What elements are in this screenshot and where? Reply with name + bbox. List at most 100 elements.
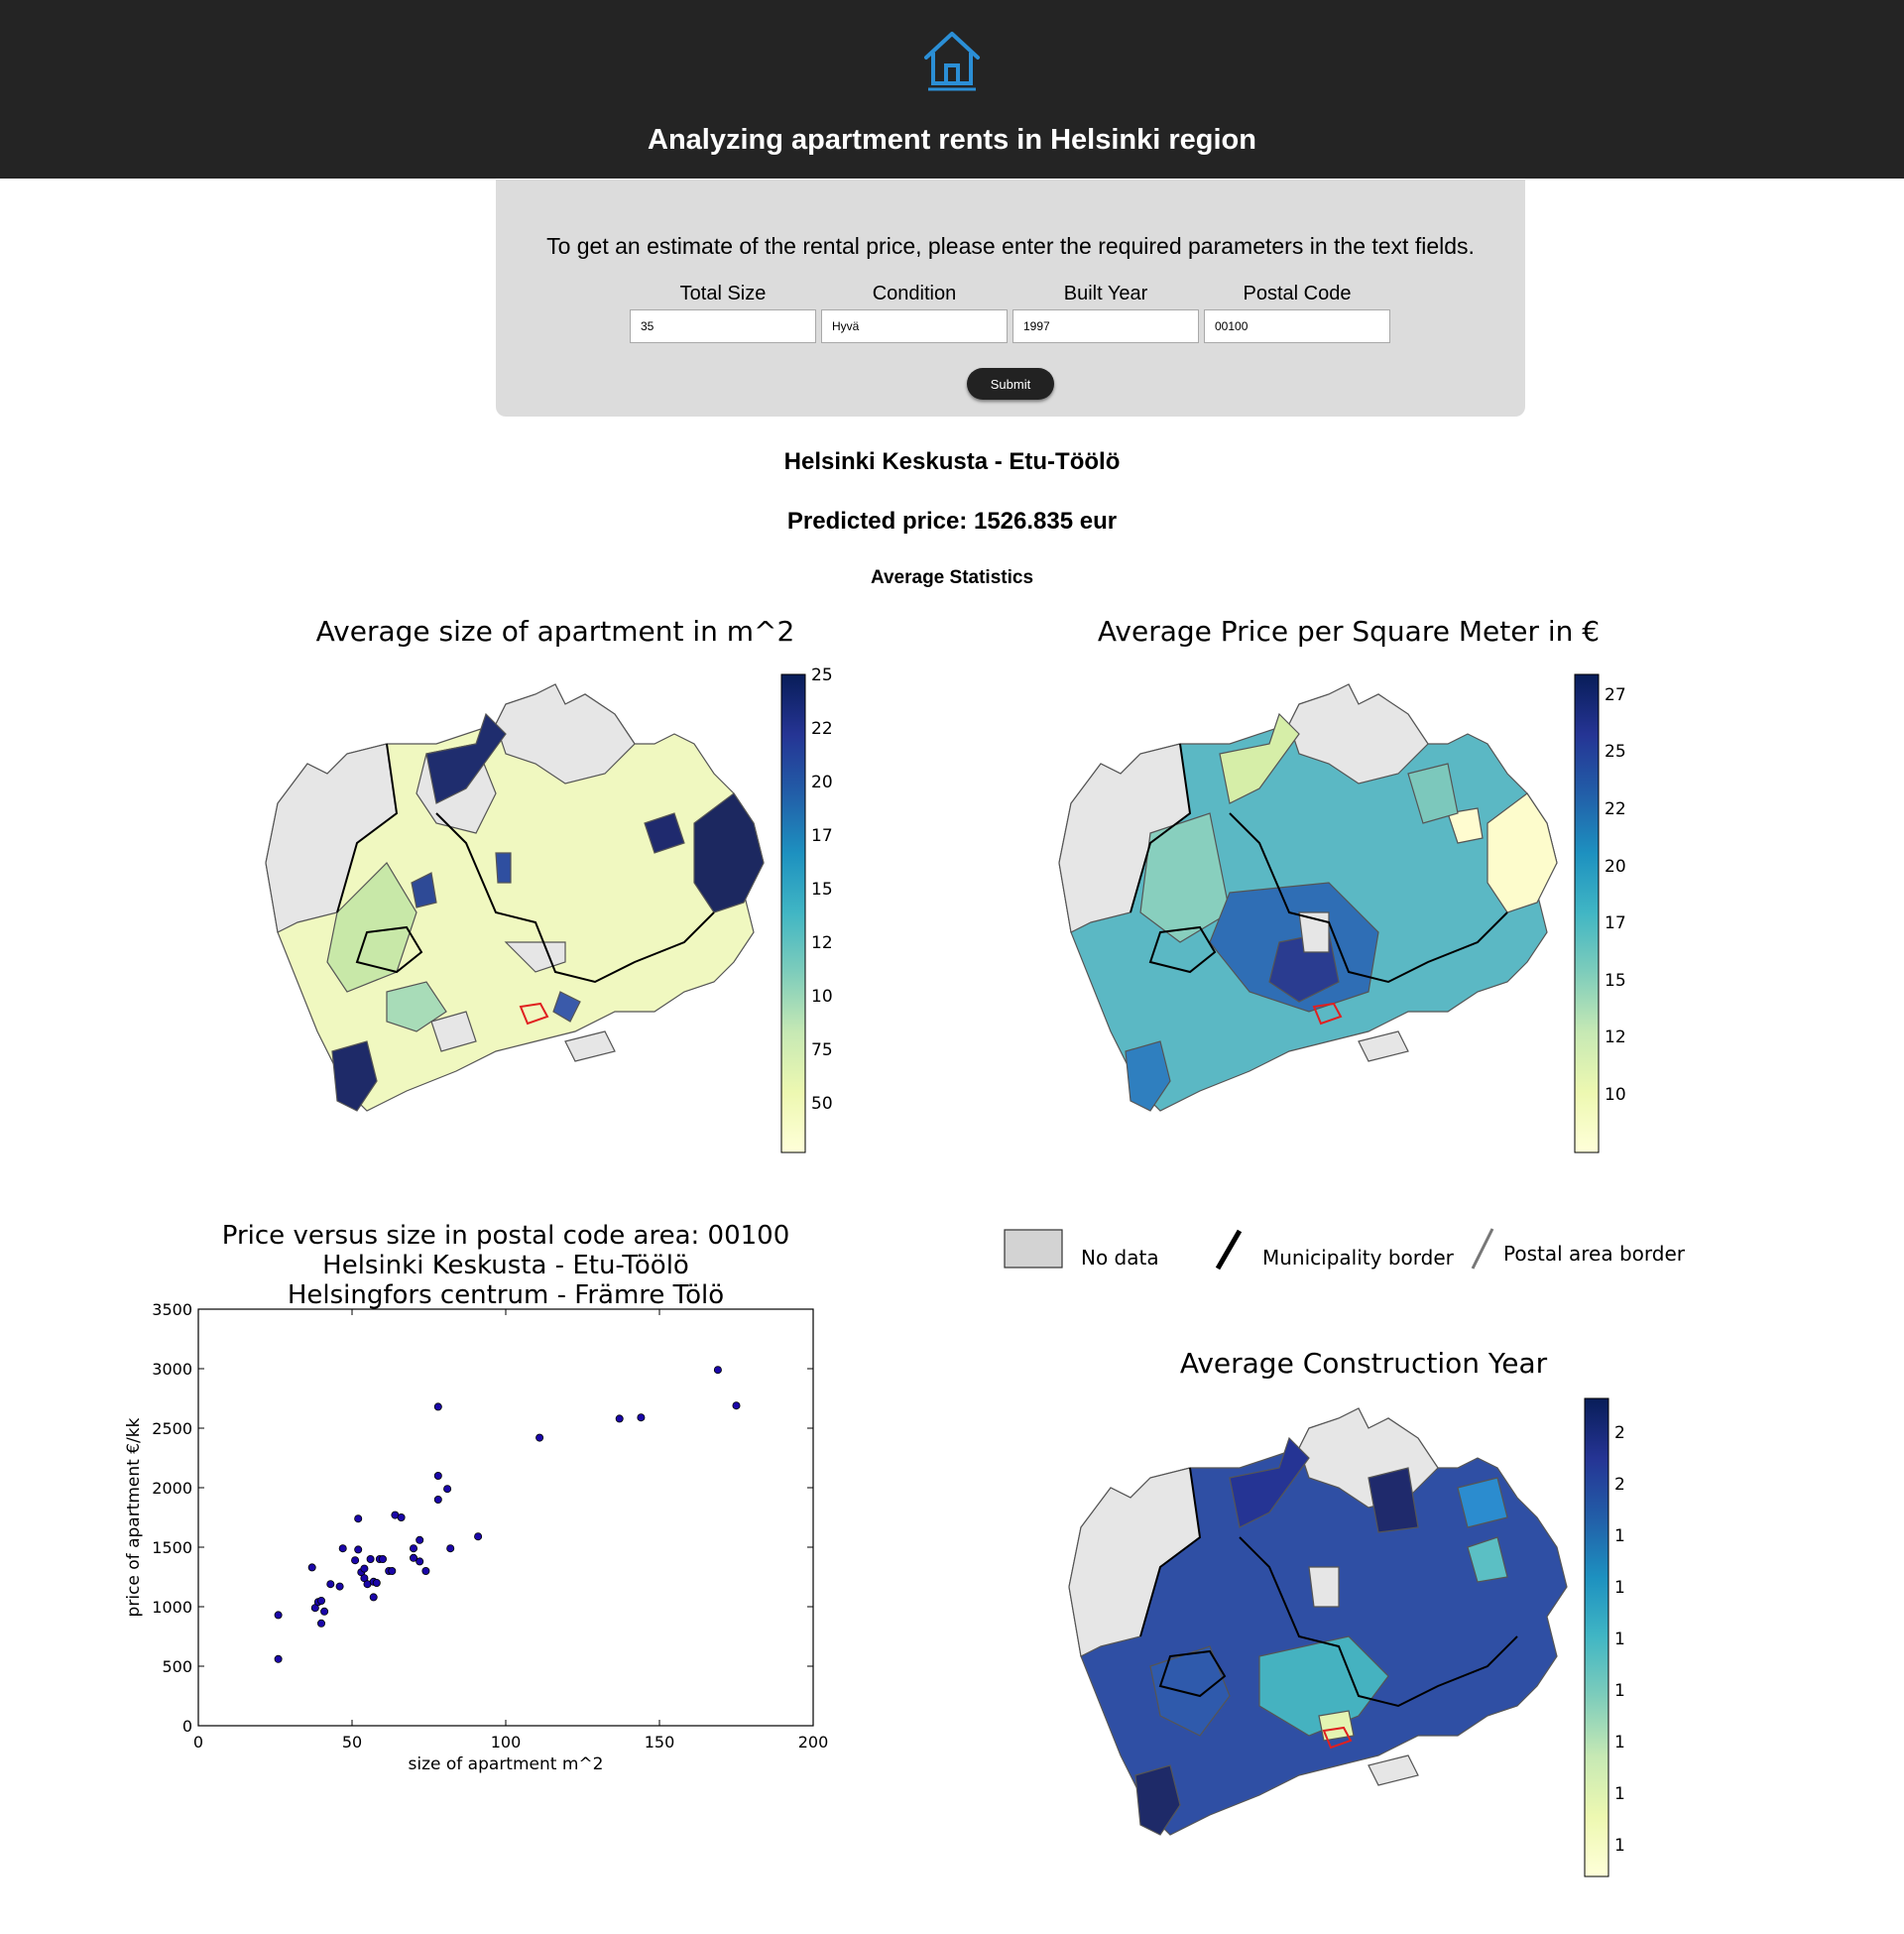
municipality-border-swatch [1215,1229,1243,1270]
predicted-price: Predicted price: 1526.835 eur [786,508,1118,535]
y-tick-label: 2000 [152,1479,192,1498]
price-colorbar-ticks: 27.5 25.0 22.5 20.0 17.5 15.0 12.5 10.0 [1605,685,1642,1105]
svg-text:1970: 1970 [1614,1630,1626,1649]
scatter-point [316,1596,325,1605]
scatter-point [637,1413,646,1422]
svg-text:20.0: 20.0 [1605,857,1626,877]
scatter-point [274,1611,283,1620]
y-tick-label: 1000 [152,1598,192,1617]
svg-text:2000: 2000 [1614,1475,1626,1495]
scatter-point [360,1564,369,1573]
svg-text:2010: 2010 [1614,1423,1626,1443]
y-tick-label: 3500 [152,1300,192,1319]
scatter-point [335,1582,344,1591]
scatter-point [326,1580,335,1589]
built-year-label: Built Year [1063,283,1148,304]
svg-text:1980: 1980 [1614,1578,1626,1598]
scatter-point [446,1544,455,1553]
scatter-point [274,1654,283,1663]
condition-label: Condition [872,283,957,304]
svg-text:25.0: 25.0 [1605,742,1626,762]
svg-text:175: 175 [811,826,833,846]
svg-text:17.5: 17.5 [1605,913,1626,933]
y-tick-label: 500 [162,1657,192,1676]
y-tick-label: 3000 [152,1360,192,1379]
submit-button[interactable]: Submit [967,368,1054,400]
scatter-point [320,1607,329,1616]
scatter-point [351,1556,360,1565]
scatter-point [474,1532,483,1541]
year-map-figure: Average Construction Year 2010 2000 [1031,1339,1657,1899]
svg-text:1950: 1950 [1614,1733,1626,1753]
scatter-point [378,1554,387,1563]
price-map-figure: Average Price per Square Meter in € 27.5 [1031,615,1642,1175]
built-year-field: Built Year [1012,283,1199,343]
svg-text:1940: 1940 [1614,1784,1626,1804]
price-map: Average Price per Square Meter in € 27.5 [1058,615,1642,1153]
page-title: Analyzing apartment rents in Helsinki re… [648,124,1256,156]
scatter-point [397,1512,406,1521]
x-tick-label: 0 [193,1733,203,1752]
year-map-title: Average Construction Year [1180,1347,1548,1380]
svg-text:100: 100 [811,987,833,1007]
scatter-point [388,1566,397,1575]
postal-code-label: Postal Code [1243,283,1352,304]
svg-text:250: 250 [811,665,833,685]
svg-text:50: 50 [811,1094,833,1114]
scatter-point [433,1471,442,1480]
no-data-swatch [1004,1229,1063,1269]
svg-text:225: 225 [811,719,833,739]
built-year-input[interactable] [1012,309,1199,343]
svg-text:200: 200 [811,773,833,792]
y-tick-label: 2500 [152,1419,192,1438]
scatter-point [536,1433,544,1442]
x-axis-label: size of apartment m^2 [409,1754,604,1774]
size-map-figure: Average size of apartment in m^2 25 22 2… [238,615,843,1175]
scatter-point [409,1544,417,1553]
year-colorbar [1584,1397,1609,1877]
postal-border-label: Postal area border [1503,1242,1686,1266]
price-map-title: Average Price per Square Meter in € [1098,615,1600,648]
svg-text:150: 150 [811,880,833,900]
condition-input[interactable] [821,309,1008,343]
scatter-point [307,1563,316,1572]
scatter-point [369,1593,378,1602]
scatter-point [316,1619,325,1628]
price-colorbar [1574,673,1600,1153]
postal-code-input[interactable] [1204,309,1390,343]
municipality-border-label: Municipality border [1262,1246,1455,1269]
svg-text:15.0: 15.0 [1605,971,1626,991]
year-map: Average Construction Year 2010 2000 [1068,1347,1657,1877]
size-map: Average size of apartment in m^2 25 22 2… [265,615,843,1153]
scatter-point [338,1544,347,1553]
total-size-input[interactable] [630,309,816,343]
scatter-point [433,1495,442,1504]
size-colorbar [780,673,806,1153]
svg-text:22.5: 22.5 [1605,799,1626,819]
total-size-field: Total Size [630,283,816,343]
scatter-point [421,1566,430,1575]
map-legend: No data Municipality border Postal area … [1002,1225,1696,1289]
scatter-point [416,1557,424,1566]
scatter-point [372,1578,381,1587]
size-map-title: Average size of apartment in m^2 [316,615,795,648]
scatter-point [443,1485,452,1494]
y-axis-label: price of apartment €/kk [124,1417,144,1617]
y-tick-label: 0 [182,1717,192,1736]
svg-text:125: 125 [811,933,833,953]
scatter-point [615,1414,624,1423]
svg-text:27.5: 27.5 [1605,685,1626,705]
condition-field: Condition [821,283,1008,343]
svg-text:1960: 1960 [1614,1681,1626,1701]
estimate-form: To get an estimate of the rental price, … [496,180,1525,417]
svg-text:1930: 1930 [1614,1836,1626,1856]
no-data-label: No data [1081,1246,1159,1269]
total-size-label: Total Size [679,283,767,304]
svg-text:12.5: 12.5 [1605,1027,1626,1047]
size-colorbar-ticks: 250 225 200 175 150 125 100 75 50 [811,665,843,1114]
scatter-point [416,1535,424,1544]
scatter-point [366,1554,375,1563]
home-icon[interactable] [920,28,984,91]
scatter-point [354,1545,363,1554]
scatter-point [713,1366,722,1375]
